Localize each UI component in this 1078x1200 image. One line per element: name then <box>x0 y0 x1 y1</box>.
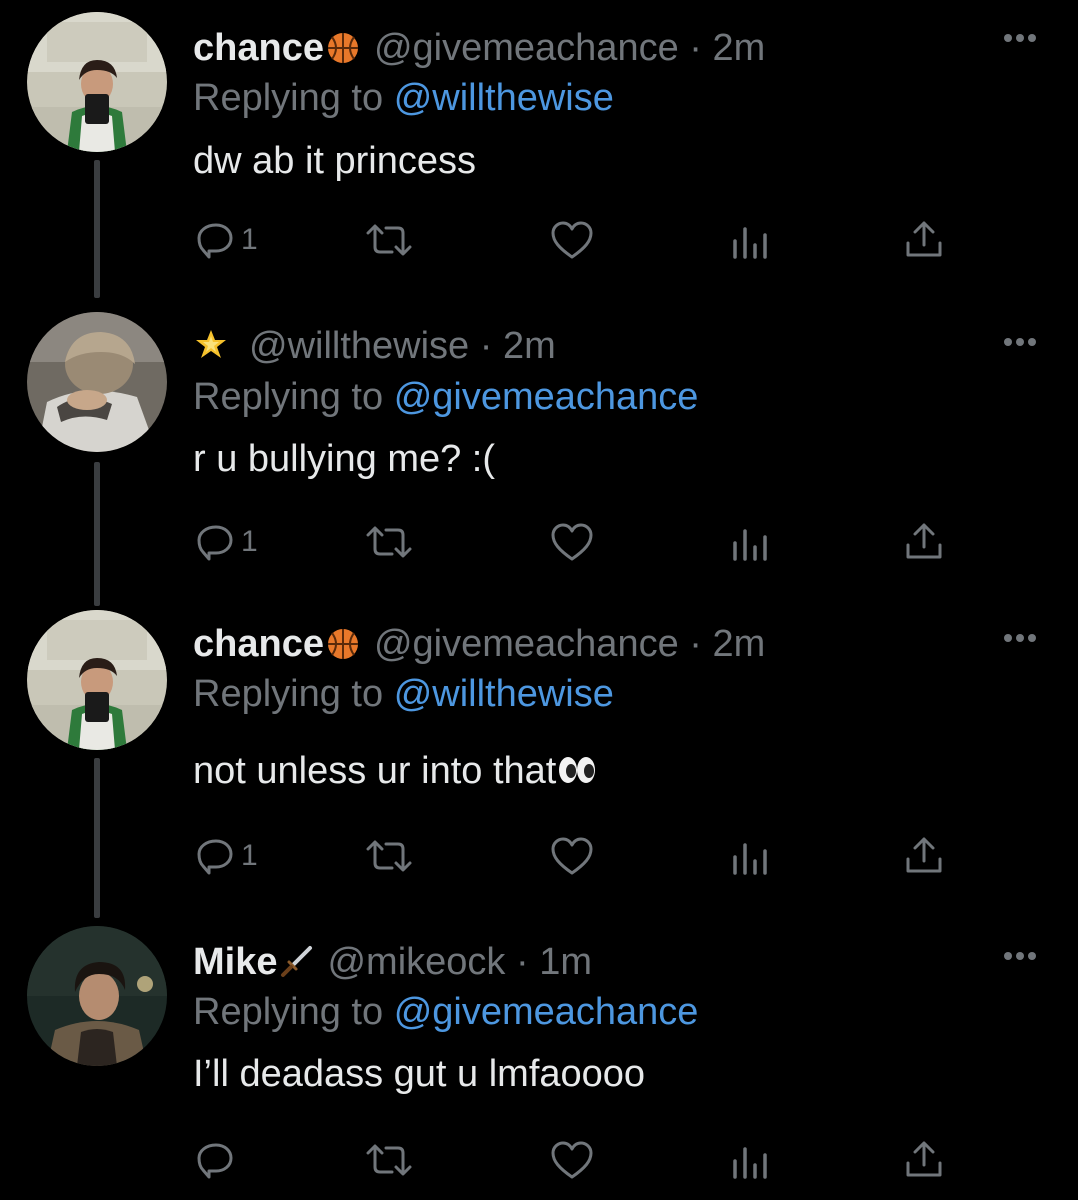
avatar[interactable] <box>27 610 167 750</box>
reply-icon <box>197 525 233 561</box>
reply-button[interactable]: 1 <box>195 826 258 886</box>
retweet-button[interactable] <box>362 826 416 886</box>
tweet-text: r u bullying me? :( <box>193 438 496 480</box>
user-handle[interactable]: @willthewise <box>249 325 469 367</box>
retweet-button[interactable] <box>362 210 416 270</box>
replying-to: Replying to @givemeachance <box>193 369 698 425</box>
user-handle[interactable]: @givemeachance <box>374 623 679 665</box>
replying-to: Replying to @willthewise <box>193 666 614 722</box>
separator: · <box>678 623 713 665</box>
reply-icon <box>197 1143 233 1179</box>
reply-count: 1 <box>241 839 258 872</box>
avatar-photo-mike <box>27 926 167 1066</box>
replying-to-handle[interactable]: @givemeachance <box>394 376 699 418</box>
views-icon <box>733 227 767 259</box>
display-name[interactable]: Mike <box>193 941 277 983</box>
views-button[interactable] <box>730 210 770 270</box>
replying-to-label: Replying to <box>193 673 384 715</box>
replying-to-label: Replying to <box>193 77 384 119</box>
replying-to-handle[interactable]: @willthewise <box>394 673 614 715</box>
views-icon <box>733 1147 767 1179</box>
tweet[interactable]: @willthewise · 2m Replying to @givemeach… <box>0 298 1078 598</box>
tweet-text: dw ab it princess <box>193 140 477 182</box>
heart-icon <box>551 837 593 875</box>
like-button[interactable] <box>549 1130 595 1190</box>
user-handle[interactable]: @givemeachance <box>374 27 679 69</box>
replying-to-handle[interactable]: @willthewise <box>394 77 614 119</box>
heart-icon <box>551 221 593 259</box>
tweet-text: not unless ur into that <box>193 743 596 801</box>
share-icon <box>906 523 942 559</box>
action-bar: 1 <box>0 512 1078 572</box>
reply-button[interactable]: 1 <box>195 512 258 572</box>
heart-icon <box>551 523 593 561</box>
tweet[interactable]: Mike @mikeock · 1m Replying to @givemeach… <box>0 912 1078 1200</box>
action-bar: 1 <box>0 826 1078 886</box>
tweet[interactable]: chance @givemeachance · 2m Replying to @w… <box>0 596 1078 896</box>
share-button[interactable] <box>904 1130 944 1190</box>
tweet-text-content: not unless ur into that <box>193 750 557 792</box>
replying-to-handle[interactable]: @givemeachance <box>394 991 699 1033</box>
tweet-text: I’ll deadass gut u lmfaoooo <box>193 1053 646 1095</box>
avatar-photo-chance <box>27 610 167 750</box>
share-icon <box>906 1141 942 1177</box>
replying-to-label: Replying to <box>193 376 384 418</box>
views-icon <box>733 843 767 875</box>
reply-icon <box>197 223 233 259</box>
more-options-icon[interactable] <box>1000 28 1040 48</box>
share-button[interactable] <box>904 512 944 572</box>
timestamp[interactable]: 2m <box>503 325 556 367</box>
avatar[interactable] <box>27 12 167 152</box>
share-button[interactable] <box>904 826 944 886</box>
like-button[interactable] <box>549 512 595 572</box>
action-bar: 1 <box>0 210 1078 270</box>
more-options-icon[interactable] <box>1000 946 1040 966</box>
display-name[interactable]: chance <box>193 27 324 69</box>
reply-icon <box>197 839 233 875</box>
separator: · <box>678 27 713 69</box>
user-handle[interactable]: @mikeock <box>327 941 505 983</box>
share-icon <box>906 221 942 257</box>
retweet-icon <box>366 526 412 558</box>
retweet-button[interactable] <box>362 512 416 572</box>
heart-icon <box>551 1141 593 1179</box>
more-options-icon[interactable] <box>1000 332 1040 352</box>
like-button[interactable] <box>549 210 595 270</box>
avatar-photo-willthewise <box>27 312 167 452</box>
separator: · <box>505 941 540 983</box>
timestamp[interactable]: 2m <box>713 27 766 69</box>
replying-to: Replying to @willthewise <box>193 70 614 126</box>
avatar-photo-chance <box>27 12 167 152</box>
retweet-icon <box>366 840 412 872</box>
retweet-icon <box>366 1144 412 1176</box>
avatar[interactable] <box>27 312 167 452</box>
retweet-button[interactable] <box>362 1130 416 1190</box>
reply-button[interactable]: 1 <box>195 210 258 270</box>
reply-count: 1 <box>241 223 258 256</box>
replying-to-label: Replying to <box>193 991 384 1033</box>
like-button[interactable] <box>549 826 595 886</box>
eyes-icon <box>558 745 596 801</box>
display-name[interactable]: chance <box>193 623 324 665</box>
reply-button[interactable] <box>195 1130 241 1190</box>
views-button[interactable] <box>730 512 770 572</box>
tweet[interactable]: chance @givemeachance · 2m Replying to @w… <box>0 0 1078 300</box>
timestamp[interactable]: 1m <box>539 941 592 983</box>
retweet-icon <box>366 224 412 256</box>
action-bar <box>0 1130 1078 1190</box>
share-icon <box>906 837 942 873</box>
views-button[interactable] <box>730 1130 770 1190</box>
separator: · <box>469 325 503 367</box>
views-icon <box>733 529 767 561</box>
share-button[interactable] <box>904 210 944 270</box>
more-options-icon[interactable] <box>1000 628 1040 648</box>
avatar[interactable] <box>27 926 167 1066</box>
reply-count: 1 <box>241 525 258 558</box>
timestamp[interactable]: 2m <box>713 623 766 665</box>
replying-to: Replying to @givemeachance <box>193 984 698 1040</box>
views-button[interactable] <box>730 826 770 886</box>
